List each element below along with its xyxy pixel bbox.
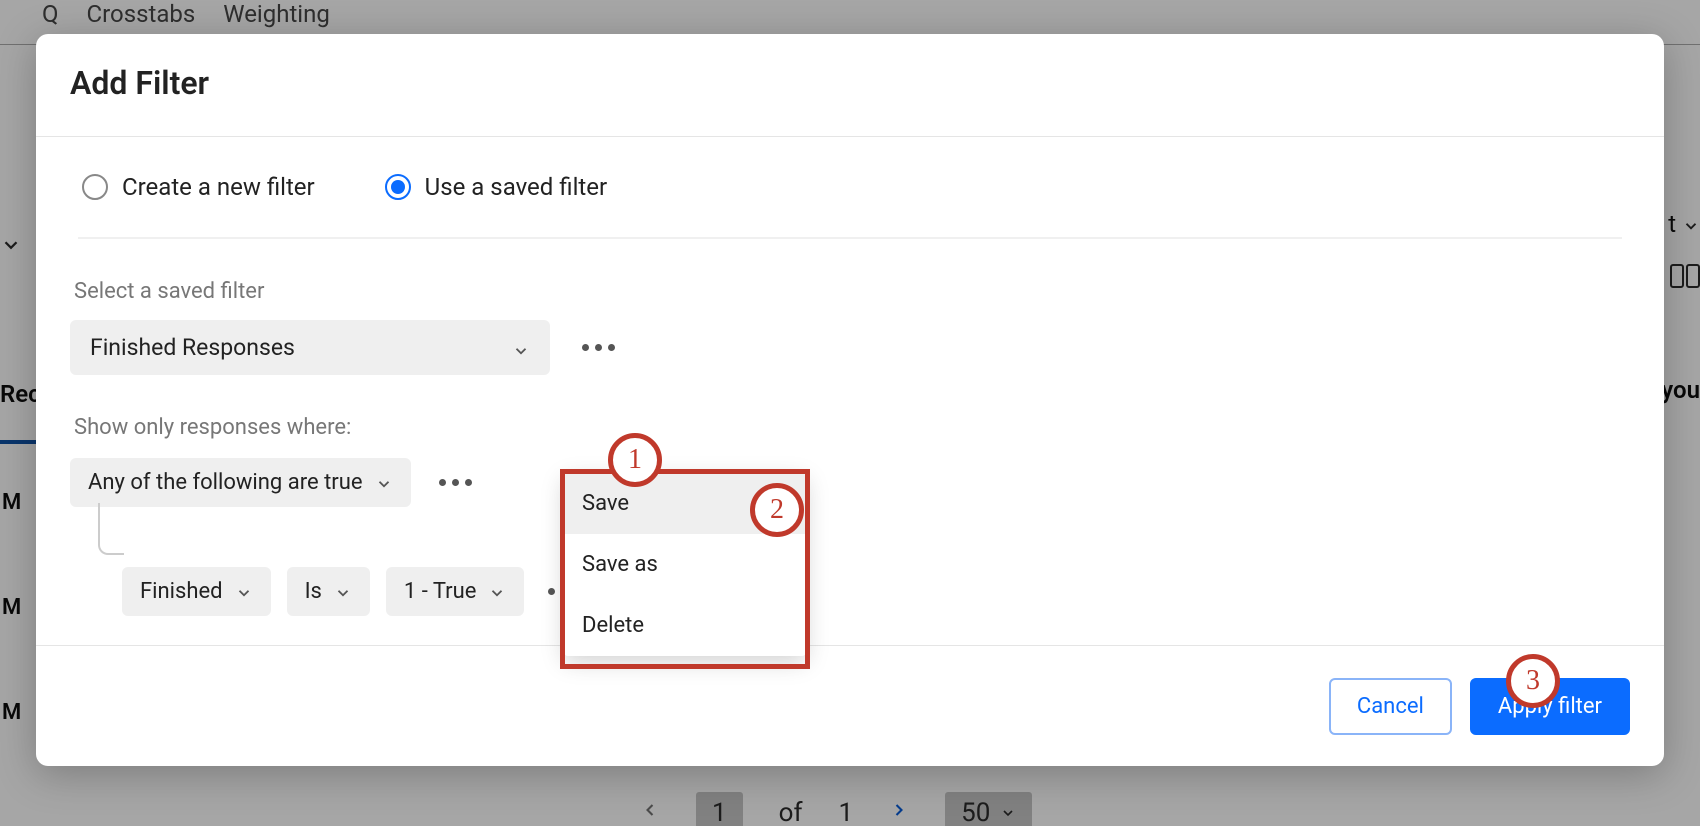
- radio-label: Create a new filter: [122, 173, 315, 201]
- menu-item-save[interactable]: Save: [564, 473, 806, 534]
- more-icon: [439, 479, 446, 486]
- saved-filter-label: Select a saved filter: [70, 279, 1630, 304]
- chevron-down-icon: [512, 339, 530, 357]
- modal-title: Add Filter: [36, 34, 1664, 136]
- chevron-down-icon: [334, 583, 352, 601]
- saved-filter-actions-button[interactable]: [574, 336, 623, 359]
- add-filter-modal: Add Filter Create a new filter Use a sav…: [36, 34, 1664, 766]
- more-icon: [548, 588, 555, 595]
- condition-value-select[interactable]: 1 - True: [386, 567, 525, 616]
- chevron-down-icon: [235, 583, 253, 601]
- radio-use-saved-filter[interactable]: Use a saved filter: [385, 173, 607, 201]
- condition-connector: [98, 503, 124, 555]
- divider: [78, 237, 1622, 239]
- chevron-down-icon: [488, 583, 506, 601]
- radio-label: Use a saved filter: [425, 173, 607, 201]
- menu-item-save-as[interactable]: Save as: [564, 534, 806, 595]
- radio-icon: [82, 174, 108, 200]
- show-only-label: Show only responses where:: [70, 415, 1630, 440]
- filter-mode-radio-group: Create a new filter Use a saved filter: [70, 173, 1630, 201]
- radio-icon: [385, 174, 411, 200]
- condition-value-text: 1 - True: [404, 579, 477, 604]
- condition-group-value: Any of the following are true: [88, 470, 363, 495]
- saved-filter-value: Finished Responses: [90, 334, 295, 361]
- condition-operator-value: Is: [305, 579, 322, 604]
- modal-footer: Cancel Apply filter: [36, 645, 1664, 766]
- condition-group-actions[interactable]: [431, 471, 480, 494]
- cancel-button[interactable]: Cancel: [1329, 678, 1452, 735]
- modal-body: Create a new filter Use a saved filter S…: [36, 137, 1664, 645]
- condition-operator-select[interactable]: Is: [287, 567, 370, 616]
- saved-filter-actions-menu: Save Save as Delete: [564, 473, 806, 656]
- apply-filter-button[interactable]: Apply filter: [1470, 678, 1630, 735]
- radio-create-new-filter[interactable]: Create a new filter: [82, 173, 315, 201]
- condition-field-value: Finished: [140, 579, 223, 604]
- condition-field-select[interactable]: Finished: [122, 567, 271, 616]
- saved-filter-select[interactable]: Finished Responses: [70, 320, 550, 375]
- menu-item-delete[interactable]: Delete: [564, 595, 806, 656]
- more-icon: [582, 344, 589, 351]
- chevron-down-icon: [375, 474, 393, 492]
- condition-group-select[interactable]: Any of the following are true: [70, 458, 411, 507]
